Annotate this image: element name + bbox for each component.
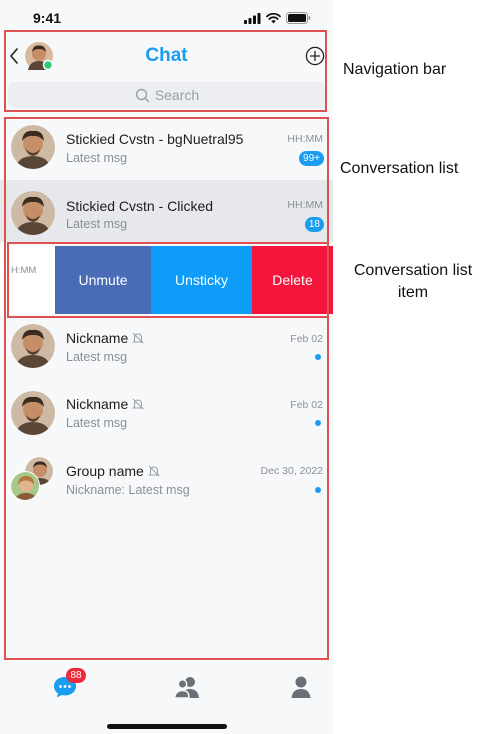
annotation-label-navigation-bar: Navigation bar bbox=[343, 61, 447, 78]
signal-icon bbox=[244, 12, 261, 24]
annotation-label-conversation-list-item: Conversation list item bbox=[353, 262, 473, 301]
status-time: 9:41 bbox=[33, 10, 62, 26]
annotation-box-conversation-list bbox=[4, 117, 329, 660]
battery-icon bbox=[286, 12, 311, 24]
annotation-box-navigation-bar bbox=[4, 30, 327, 112]
contacts-icon bbox=[173, 677, 199, 699]
tab-profile[interactable] bbox=[286, 672, 316, 702]
home-indicator bbox=[107, 724, 227, 729]
wifi-icon bbox=[266, 12, 281, 23]
annotation-label-conversation-list: Conversation list bbox=[340, 160, 459, 177]
annotation-box-conversation-list-item bbox=[7, 242, 329, 318]
chat-unread-badge: 88 bbox=[66, 668, 86, 683]
tab-contacts[interactable] bbox=[172, 672, 202, 702]
profile-icon bbox=[291, 676, 311, 698]
status-icons bbox=[244, 12, 311, 24]
